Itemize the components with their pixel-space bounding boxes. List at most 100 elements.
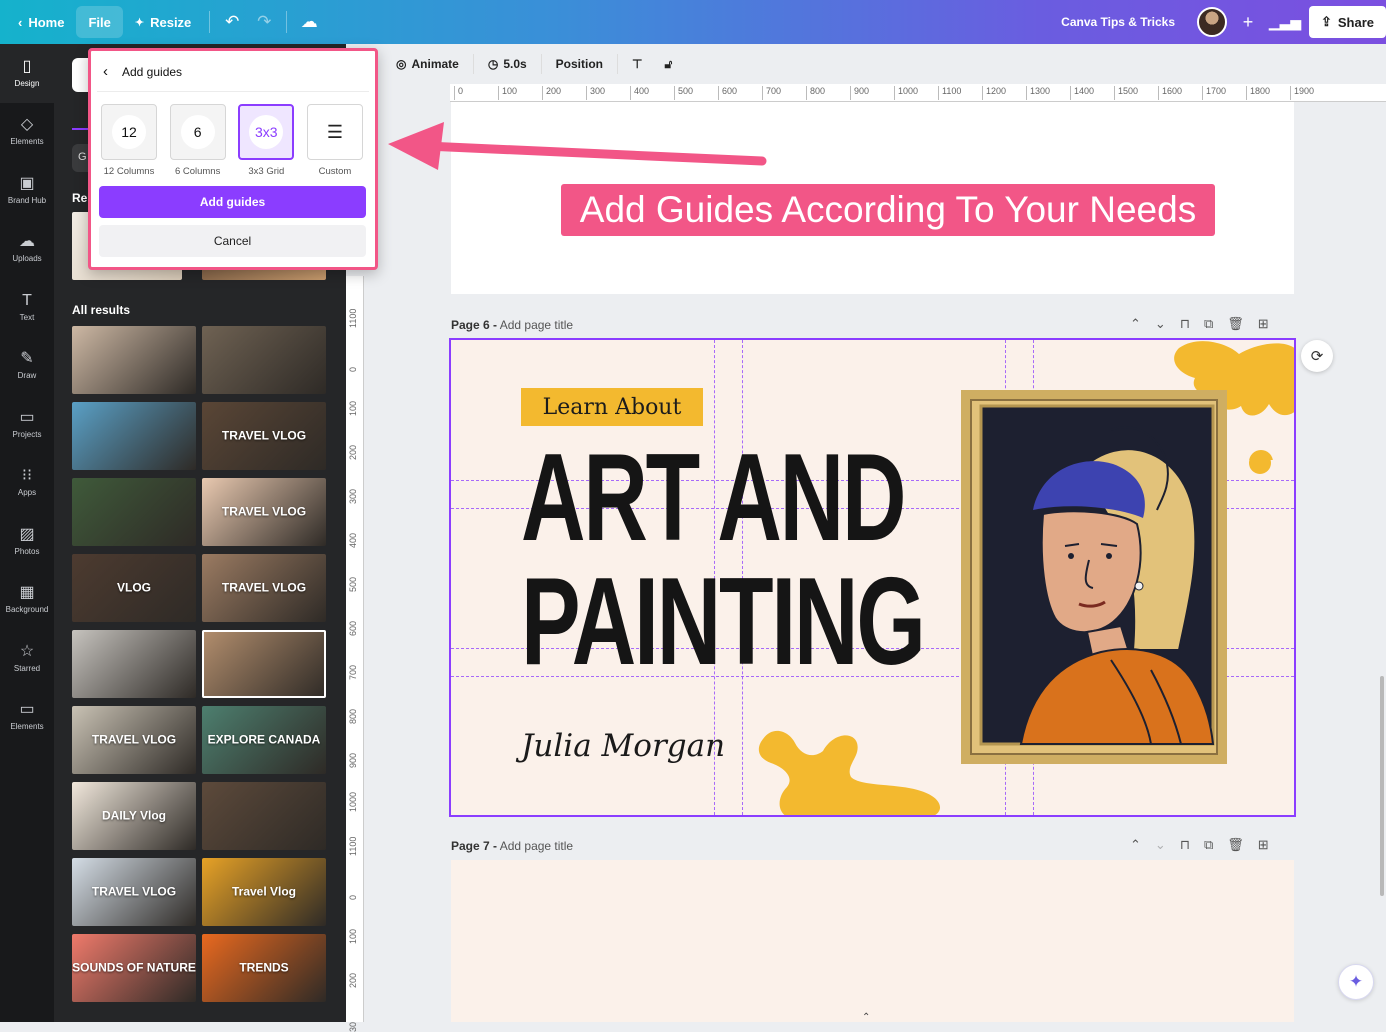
page-7-label[interactable]: Page 7 - Add page title [451,839,573,853]
design-icon: ▯ [22,57,32,75]
duplicate-icon[interactable]: ⧉ [1204,837,1213,853]
rail-item-starred[interactable]: ☆ Starred [0,629,54,688]
template-thumbnail[interactable]: TRAVEL VLOG [72,858,196,926]
template-thumbnail[interactable] [202,782,326,850]
template-thumbnail-text: VLOG [116,580,151,595]
horizontal-ruler: 0 100 200 300 400 500 600 700 800 900 1000 1100 1200… [450,84,1386,102]
template-thumbnail[interactable]: TRAVEL VLOG [202,402,326,470]
rail-item-brand-hub[interactable]: ▣ Brand Hub [0,161,54,220]
ruler-tick: 900 [348,752,358,768]
ruler-tick: 400 [348,532,358,548]
rail-item-uploads[interactable]: ☁ Uploads [0,220,54,279]
template-thumbnail[interactable]: SOUNDS OF NATURE [72,934,196,1002]
template-thumbnail-text: TRENDS [239,960,289,975]
rail-item-photos[interactable]: ▨ Photos [0,512,54,571]
template-thumbnail[interactable] [72,630,196,698]
paint-dot-graphic [1249,452,1271,474]
page-7-canvas[interactable] [451,860,1294,1022]
rail-item-design[interactable]: ▯ Design [0,44,54,103]
learn-about-label[interactable]: Learn About [521,388,703,426]
rail-item-elements[interactable]: ▭ Elements [0,688,54,747]
add-page-icon[interactable]: ⊞ [1258,316,1269,332]
option-box[interactable]: ☰ [306,104,363,160]
chevron-down-icon[interactable]: ⌄ [1155,316,1166,332]
analytics-icon[interactable]: ▁▃▅ [1269,6,1301,38]
add-member-icon[interactable]: + [1235,9,1261,35]
rail-item-draw[interactable]: ✎ Draw [0,337,54,396]
rail-item-background[interactable]: ▦ Background [0,571,54,630]
ruler-tick: 600 [718,86,737,100]
option-box[interactable]: 6 [169,104,226,160]
page-title-text[interactable]: ART AND PAINTING [521,436,926,684]
option-box[interactable]: 3x3 [238,104,295,160]
trash-icon[interactable]: 🗑︎ [1227,316,1244,332]
rail-item-projects[interactable]: ▭ Projects [0,395,54,454]
vertical-scrollbar[interactable] [1380,676,1384,896]
chevron-up-icon[interactable]: ⌃ [1130,316,1141,332]
chevron-up-icon[interactable]: ⌃ [1130,837,1141,853]
position-button[interactable]: Position [548,49,611,79]
portrait-illustration[interactable] [961,390,1227,764]
duration-button[interactable]: ◷ 5.0s [480,49,535,79]
author-name[interactable]: Julia Morgan [521,728,725,764]
undo-icon[interactable]: ↶ [216,6,248,38]
paint-splash-graphic[interactable] [757,725,947,817]
template-thumbnail[interactable]: VLOG [72,554,196,622]
rail-item-elements[interactable]: ◇ Elements [0,103,54,162]
lock-icon[interactable]: ⊓ [1180,837,1190,853]
photos-icon: ▨ [19,525,35,543]
file-menu-button[interactable]: File [76,6,123,38]
add-guides-button[interactable]: Add guides [99,186,366,218]
template-thumbnail[interactable] [72,478,196,546]
option-6-columns[interactable]: 6 6 Columns [168,104,228,177]
trash-icon[interactable]: 🗑︎ [1227,837,1244,853]
chevron-down-icon[interactable]: ⌄ [1155,837,1166,853]
magic-sparkle-icon[interactable]: ✦ [1338,964,1374,1000]
duplicate-icon[interactable]: ⧉ [1204,316,1213,332]
page-6-label[interactable]: Page 6 - Add page title [451,318,573,332]
cloud-sync-icon[interactable]: ☁ [293,6,325,38]
cancel-button[interactable]: Cancel [99,225,366,257]
ruler-tick: 1600 [1158,86,1182,100]
rail-item-apps[interactable]: ⁝⁝ Apps [0,454,54,513]
back-arrow-icon[interactable]: ‹ [103,63,108,80]
avatar[interactable] [1197,7,1227,37]
redo-icon[interactable]: ↷ [248,6,280,38]
lock-icon[interactable]: 🔓︎ [656,49,680,79]
share-button[interactable]: ⇪ Share [1309,6,1386,38]
ruler-tick: 1100 [938,86,961,100]
option-custom[interactable]: ☰ Custom [305,104,365,177]
template-thumbnail[interactable] [202,326,326,394]
rail-item-text[interactable]: T Text [0,278,54,337]
chevron-up-icon[interactable]: ⌃ [862,1012,870,1023]
template-thumbnail[interactable]: Travel Vlog [202,858,326,926]
elements-icon: ▭ [19,701,35,719]
template-thumbnail[interactable]: TRAVEL VLOG [72,706,196,774]
paint-roller-icon[interactable]: ⊤ [624,49,650,79]
template-thumbnail[interactable]: EXPLORE CANADA [202,706,326,774]
ruler-tick: 0 [348,894,358,900]
option-box[interactable]: 12 [101,104,157,160]
page-7-controls: ⌃ ⌄ ⊓ ⧉ 🗑︎ ⊞ [1130,837,1269,853]
template-thumbnail[interactable]: DAILY Vlog [72,782,196,850]
team-name[interactable]: Canva Tips & Tricks [1061,15,1175,29]
template-thumbnail[interactable]: TRENDS [202,934,326,1002]
template-thumbnail[interactable]: TRAVEL VLOG [202,554,326,622]
template-thumbnail[interactable] [72,402,196,470]
option-3x3-grid[interactable]: 3x3 3x3 Grid [236,104,296,177]
home-button[interactable]: ‹ Home [6,6,76,38]
resize-button[interactable]: ✦ Resize [123,6,203,38]
refresh-icon[interactable]: ⟳ [1301,340,1333,372]
template-thumbnail[interactable] [202,630,326,698]
lock-icon[interactable]: ⊓ [1180,316,1190,332]
add-page-icon[interactable]: ⊞ [1258,837,1269,853]
sliders-icon: ☰ [326,121,344,142]
template-thumbnail[interactable] [72,326,196,394]
page-6-canvas[interactable]: Learn About ART AND PAINTING Julia Morga… [449,338,1296,817]
template-thumbnail[interactable]: TRAVEL VLOG [202,478,326,546]
option-label: 6 Columns [174,166,221,177]
animate-button[interactable]: ◎ Animate [388,49,467,79]
template-thumbnail-text: TRAVEL VLOG [221,428,307,443]
background-icon: ▦ [19,584,35,602]
option-12-columns[interactable]: 12 12 Columns [99,104,159,177]
